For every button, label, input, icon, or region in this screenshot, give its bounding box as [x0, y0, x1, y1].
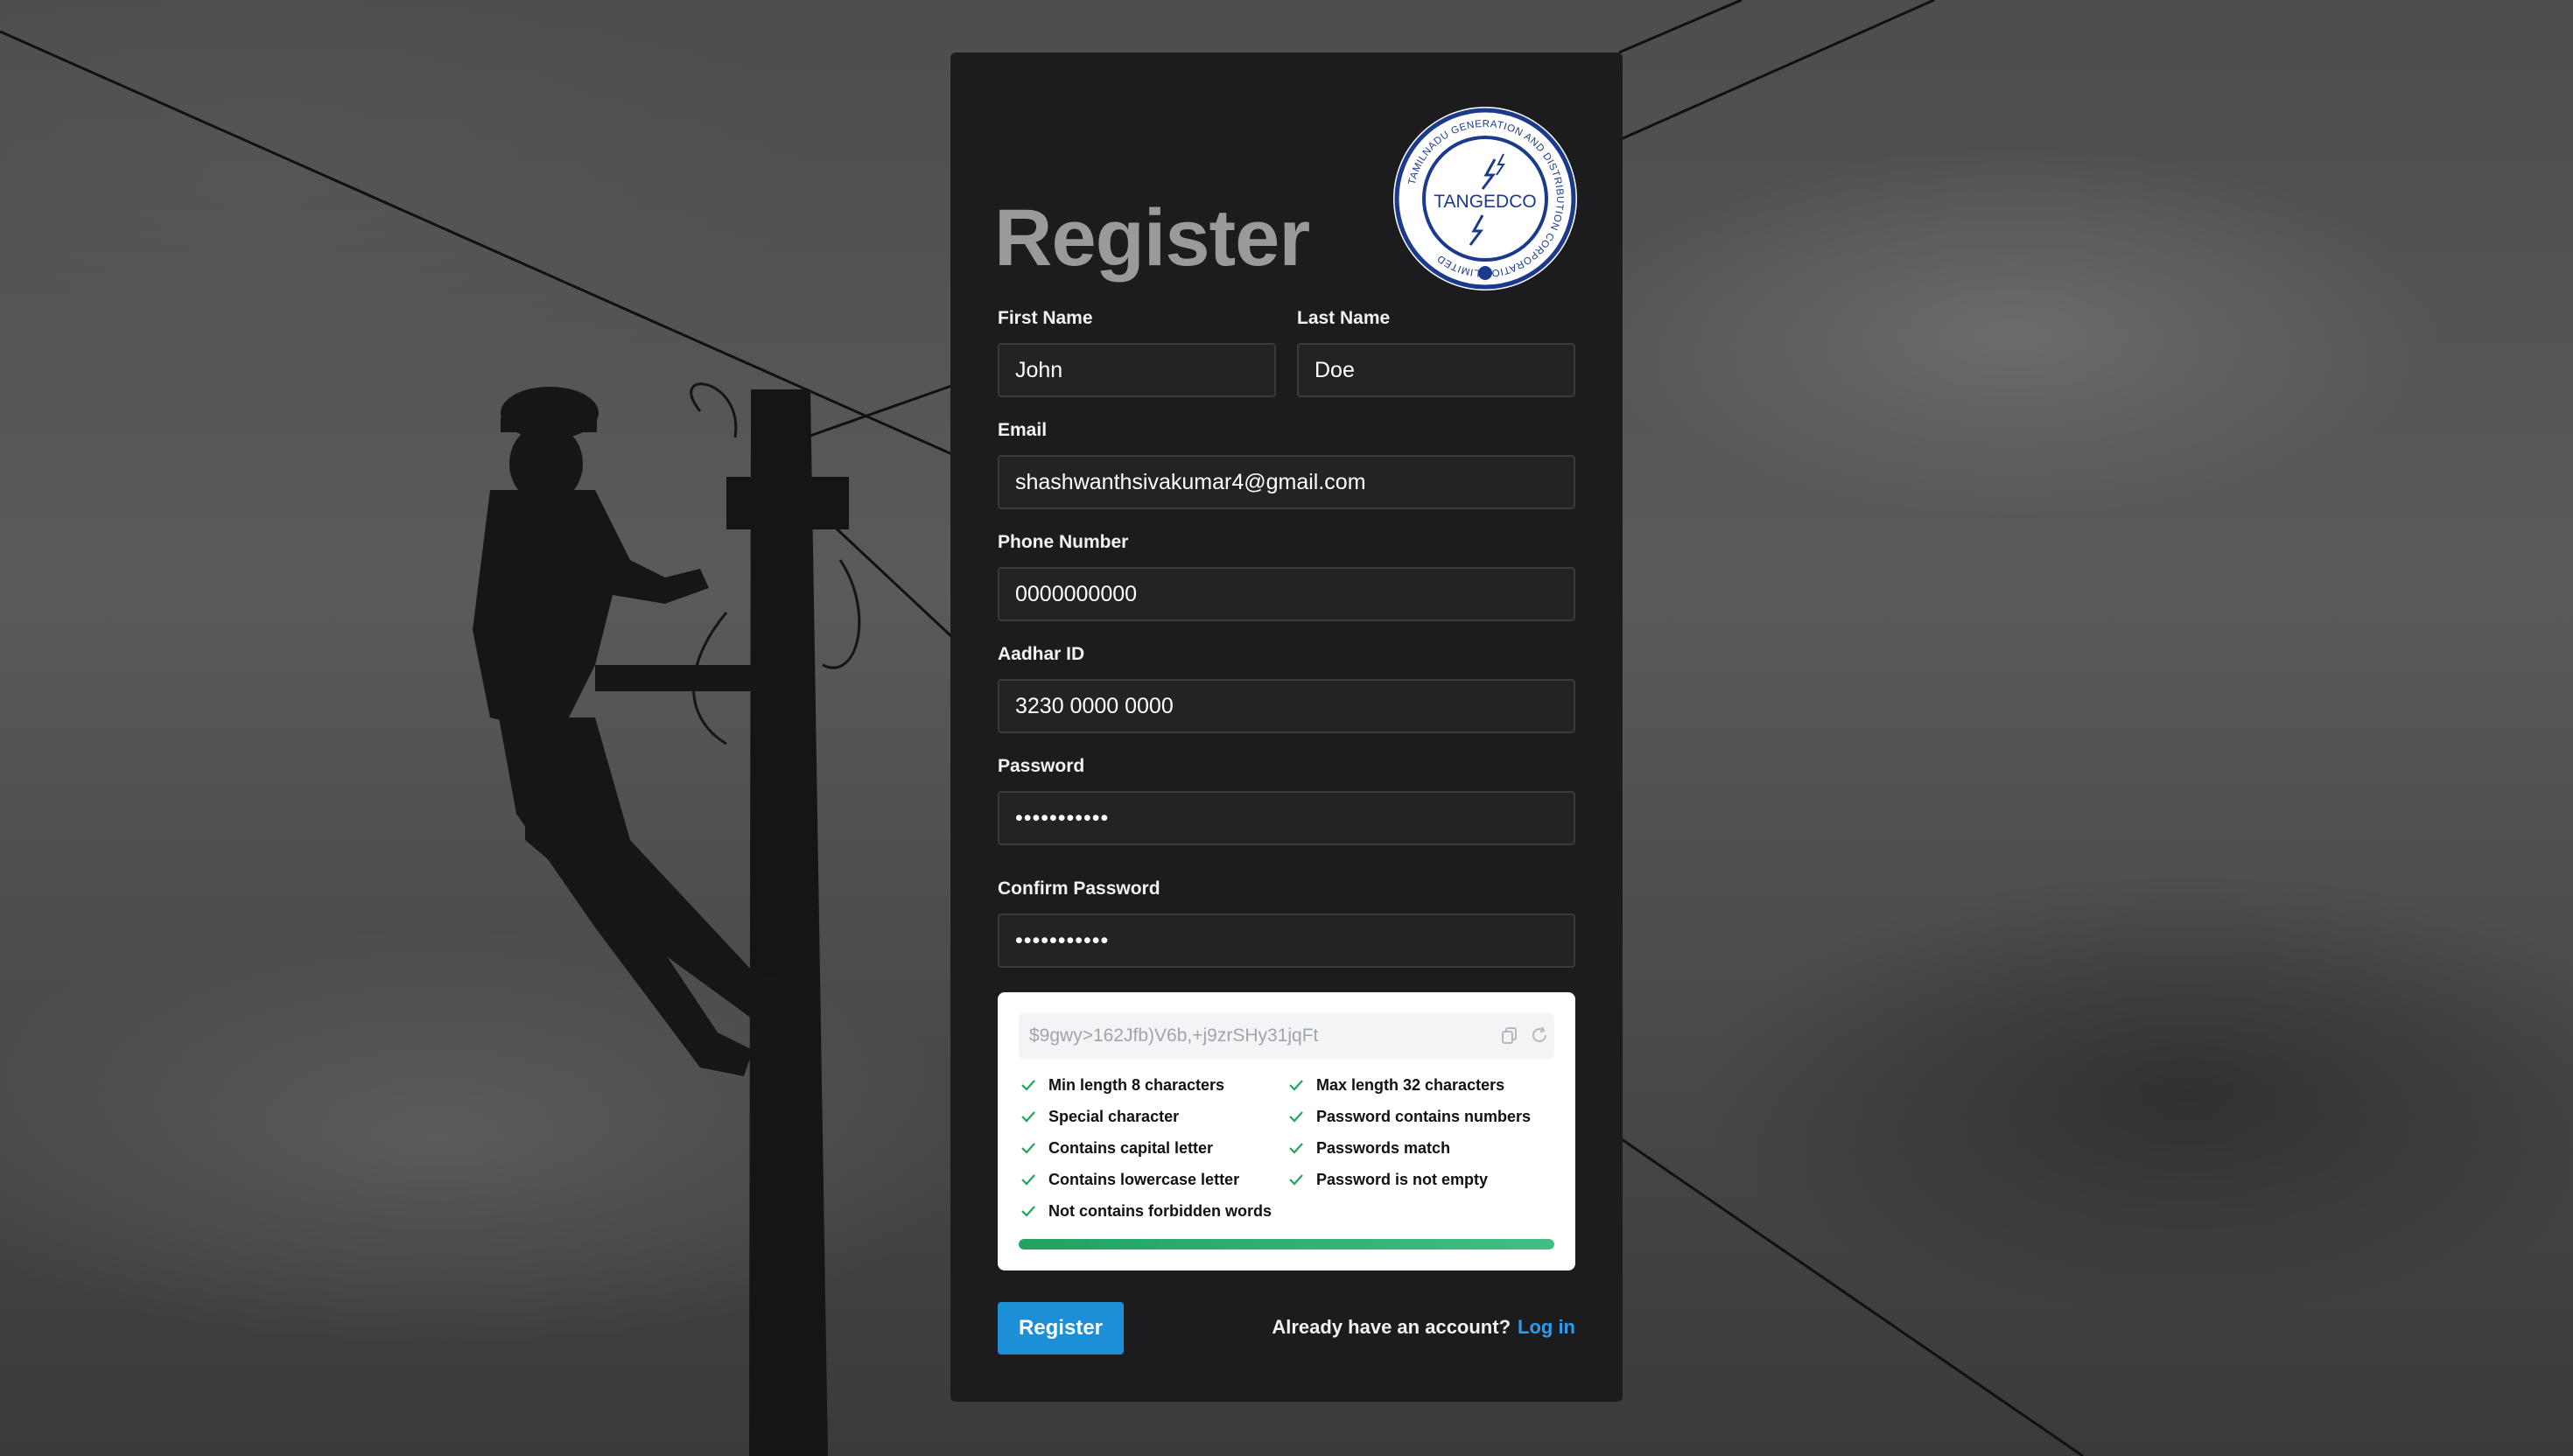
page-title: Register — [994, 193, 1310, 283]
login-link[interactable]: Log in — [1518, 1316, 1575, 1338]
password-rule-label: Not contains forbidden words — [1048, 1202, 1272, 1220]
aadhar-input[interactable]: 3230 0000 0000 — [998, 679, 1575, 733]
password-rule-label: Min length 8 characters — [1048, 1076, 1225, 1094]
password-rule-label: Special character — [1048, 1108, 1180, 1125]
phone-label: Phone Number — [998, 532, 1129, 552]
password-rule-right-3: Password is not empty — [1288, 1170, 1488, 1189]
password-rule-label: Passwords match — [1316, 1139, 1451, 1157]
password-rule-left-3: Contains lowercase letter — [1020, 1170, 1239, 1189]
confirm-password-input[interactable]: ••••••••••• — [998, 914, 1575, 968]
login-prompt-row: Already have an account? Log in — [1272, 1316, 1575, 1339]
password-checker-panel: $9gwy>162Jfb)V6b,+j9zrSHy31jqFt Min leng… — [998, 992, 1575, 1270]
password-rule-left-1: Special character — [1020, 1107, 1179, 1126]
generated-password-field[interactable]: $9gwy>162Jfb)V6b,+j9zrSHy31jqFt — [1019, 1013, 1554, 1059]
copy-icon[interactable] — [1500, 1026, 1519, 1045]
password-input[interactable]: ••••••••••• — [998, 791, 1575, 845]
phone-input[interactable]: 0000000000 — [998, 567, 1575, 621]
svg-text:TANGEDCO: TANGEDCO — [1434, 192, 1536, 212]
password-rule-left-2: Contains capital letter — [1020, 1138, 1213, 1158]
register-button[interactable]: Register — [998, 1302, 1124, 1354]
email-input[interactable]: shashwanthsivakumar4@gmail.com — [998, 455, 1575, 509]
tangedco-logo: TAMILNADU GENERATION AND DISTRIBUTION CO… — [1393, 107, 1577, 290]
register-card: Register TAMILNADU GENERATION AND DISTRI… — [950, 52, 1623, 1402]
aadhar-label: Aadhar ID — [998, 644, 1085, 664]
password-rule-right-0: Max length 32 characters — [1288, 1075, 1504, 1095]
password-rule-left-4: Not contains forbidden words — [1020, 1201, 1272, 1221]
password-rule-label: Password contains numbers — [1316, 1108, 1532, 1125]
password-label: Password — [998, 756, 1085, 776]
password-rule-label: Contains capital letter — [1048, 1139, 1214, 1157]
first-name-label: First Name — [998, 308, 1093, 328]
check-icon — [1021, 1111, 1035, 1123]
refresh-icon[interactable] — [1530, 1026, 1549, 1045]
check-icon — [1289, 1174, 1303, 1186]
password-rule-right-1: Password contains numbers — [1288, 1107, 1531, 1126]
login-prompt-text: Already have an account? — [1272, 1316, 1511, 1338]
strength-meter — [1019, 1239, 1554, 1250]
first-name-input[interactable]: John — [998, 343, 1276, 397]
password-rule-label: Password is not empty — [1316, 1171, 1489, 1188]
check-icon — [1021, 1206, 1035, 1217]
password-rule-label: Max length 32 characters — [1316, 1076, 1505, 1094]
check-icon — [1021, 1174, 1035, 1186]
password-rule-right-2: Passwords match — [1288, 1138, 1450, 1158]
check-icon — [1289, 1080, 1303, 1091]
strength-meter-fill — [1019, 1239, 1554, 1250]
check-icon — [1021, 1080, 1035, 1091]
confirm-password-label: Confirm Password — [998, 878, 1160, 899]
last-name-input[interactable]: Doe — [1297, 343, 1575, 397]
check-icon — [1289, 1111, 1303, 1123]
email-label: Email — [998, 420, 1048, 440]
last-name-label: Last Name — [1297, 308, 1391, 328]
check-icon — [1289, 1143, 1303, 1154]
password-rule-label: Contains lowercase letter — [1048, 1171, 1240, 1188]
check-icon — [1021, 1143, 1035, 1154]
password-rule-left-0: Min length 8 characters — [1020, 1075, 1224, 1095]
